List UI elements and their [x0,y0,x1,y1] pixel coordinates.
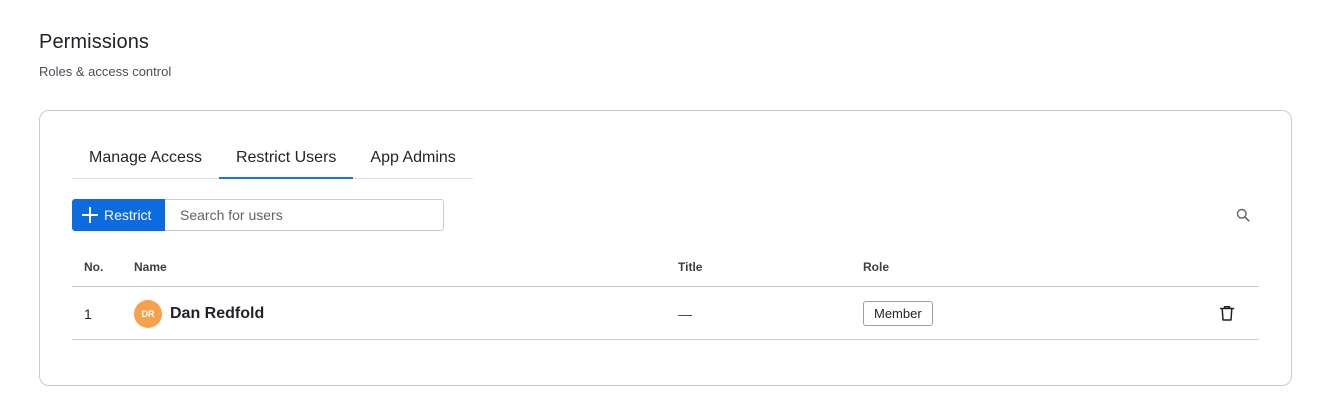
column-header-name: Name [134,260,167,274]
tab-app-admins[interactable]: App Admins [353,141,472,178]
column-header-role: Role [863,260,890,274]
search-users-input[interactable] [165,199,444,231]
user-name: Dan Redfold [170,304,265,322]
title-value: — [678,305,692,322]
user-title: — [678,287,692,340]
role-badge[interactable]: Member [863,301,933,326]
user-cell: DR Dan Redfold [134,287,264,340]
trash-icon[interactable] [1218,304,1236,322]
tab-bar: Manage Access Restrict Users App Admins [72,141,473,179]
page-subtitle: Roles & access control [39,64,172,79]
column-header-no: No. [84,260,104,274]
toolbar: Restrict [72,199,444,231]
table-header: No. Name Title Role [72,249,1259,287]
page-title: Permissions [39,31,150,53]
role-cell: Member [863,287,933,340]
plus-icon [82,207,98,223]
tab-manage-access[interactable]: Manage Access [72,141,219,178]
permissions-card: Manage Access Restrict Users App Admins … [39,110,1292,386]
tab-restrict-users[interactable]: Restrict Users [218,141,354,179]
restrict-button-label: Restrict [104,207,152,223]
restricted-users-table: No. Name Title Role 1 DR Dan Redfold — M… [72,249,1259,340]
avatar: DR [134,299,162,328]
table-row: 1 DR Dan Redfold — Member [72,287,1259,340]
search-icon[interactable] [1236,208,1250,222]
permissions-page: Permissions Roles & access control Manag… [0,0,1319,403]
column-header-title: Title [678,260,703,274]
restrict-button[interactable]: Restrict [72,199,165,231]
row-number: 1 [84,305,92,322]
